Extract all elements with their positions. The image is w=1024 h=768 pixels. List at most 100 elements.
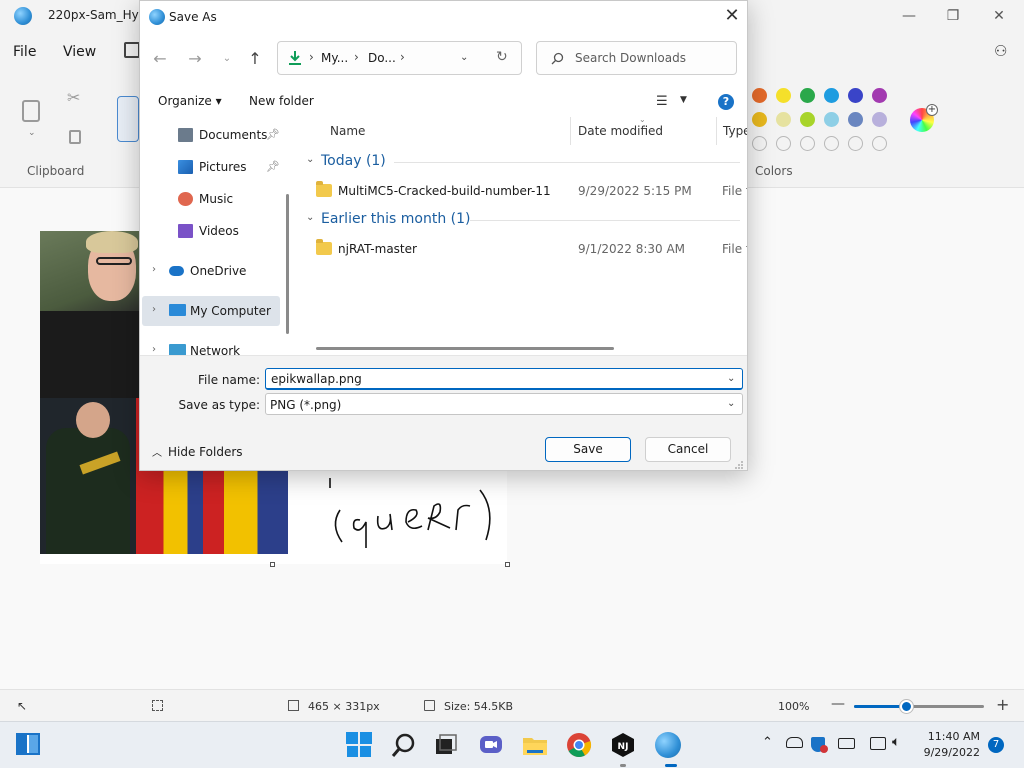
nav-item-documents[interactable]: Documents 📌︎ xyxy=(142,120,280,150)
menu-file[interactable]: File xyxy=(13,44,36,60)
paint-taskbar-icon[interactable] xyxy=(655,732,681,758)
nav-item-pictures[interactable]: Pictures 📌︎ xyxy=(142,152,280,182)
notification-badge[interactable]: 7 xyxy=(988,737,1004,753)
clock-time[interactable]: 11:40 AM xyxy=(918,730,980,743)
expand-chevron-icon[interactable]: › xyxy=(152,264,156,275)
maximize-icon[interactable]: ❐ xyxy=(941,5,965,27)
cut-icon[interactable]: ✂ xyxy=(67,88,80,107)
empty-color-swatch[interactable] xyxy=(848,136,863,151)
nav-pane-scrollbar[interactable] xyxy=(286,194,289,334)
cancel-button[interactable]: Cancel xyxy=(645,437,731,462)
widgets-icon[interactable] xyxy=(16,733,40,755)
chevron-up-icon[interactable]: ⌃ xyxy=(762,735,773,750)
group-collapse-chevron-icon[interactable]: ⌄ xyxy=(306,154,314,165)
refresh-icon[interactable]: ↻ xyxy=(496,49,508,65)
empty-color-swatch[interactable] xyxy=(824,136,839,151)
add-color-icon[interactable]: + xyxy=(926,104,938,116)
save-icon[interactable] xyxy=(124,42,140,58)
empty-color-swatch[interactable] xyxy=(776,136,791,151)
color-swatch[interactable] xyxy=(848,112,863,127)
back-arrow-icon[interactable]: ← xyxy=(150,49,170,69)
color-swatch[interactable] xyxy=(848,88,863,103)
expand-chevron-icon[interactable]: › xyxy=(152,344,156,355)
column-divider[interactable] xyxy=(570,117,571,145)
paste-chevron-icon[interactable]: ⌄ xyxy=(28,128,36,138)
nav-item-videos[interactable]: Videos xyxy=(142,216,280,246)
copy-icon[interactable] xyxy=(69,130,81,144)
nav-item-music[interactable]: Music xyxy=(142,184,280,214)
view-options-icon[interactable]: ☰ xyxy=(656,94,668,109)
empty-color-swatch[interactable] xyxy=(872,136,887,151)
file-name-dropdown-chevron-icon[interactable]: ⌄ xyxy=(727,373,735,384)
file-list-scrollbar[interactable] xyxy=(316,347,614,350)
up-arrow-icon[interactable]: ↑ xyxy=(245,49,265,69)
zoom-slider[interactable] xyxy=(854,700,984,713)
network-status-icon[interactable] xyxy=(870,737,886,750)
save-button[interactable]: Save xyxy=(545,437,631,462)
start-icon[interactable] xyxy=(346,732,372,758)
expand-chevron-icon[interactable]: › xyxy=(152,304,156,315)
resize-handle[interactable] xyxy=(505,562,510,567)
search-input[interactable] xyxy=(575,50,730,66)
color-swatch[interactable] xyxy=(824,88,839,103)
nav-item-my-computer[interactable]: › My Computer xyxy=(142,296,280,326)
zoom-in-icon[interactable]: + xyxy=(996,695,1009,714)
address-dropdown-chevron-icon[interactable]: ⌄ xyxy=(460,52,468,63)
color-swatch[interactable] xyxy=(800,88,815,103)
column-divider[interactable] xyxy=(716,117,717,145)
zoom-out-icon[interactable]: — xyxy=(831,696,845,712)
view-dropdown-chevron-icon[interactable]: ▼ xyxy=(680,95,687,105)
file-explorer-icon[interactable] xyxy=(522,732,548,758)
onedrive-offline-icon[interactable] xyxy=(786,737,803,748)
chat-icon[interactable] xyxy=(478,732,504,758)
color-swatch[interactable] xyxy=(872,88,887,103)
new-folder-button[interactable]: New folder xyxy=(249,94,314,108)
minimize-icon[interactable]: — xyxy=(897,5,921,27)
save-as-type-chevron-icon[interactable]: ⌄ xyxy=(727,398,735,409)
help-icon[interactable]: ? xyxy=(718,94,734,110)
group-collapse-chevron-icon[interactable]: ⌄ xyxy=(306,212,314,223)
account-icon[interactable]: ⚇ xyxy=(994,42,1007,60)
recent-locations-chevron-icon[interactable]: ⌄ xyxy=(217,49,237,69)
color-swatch[interactable] xyxy=(872,112,887,127)
search-icon[interactable] xyxy=(391,732,417,758)
color-swatch[interactable] xyxy=(752,88,767,103)
color-swatch[interactable] xyxy=(824,112,839,127)
color-swatch[interactable] xyxy=(752,112,767,127)
hide-folders-button[interactable]: ︿ Hide Folders xyxy=(152,444,243,459)
color-swatch[interactable] xyxy=(800,112,815,127)
organize-button[interactable]: Organize ▾ xyxy=(158,94,222,108)
empty-color-swatch[interactable] xyxy=(752,136,767,151)
close-icon[interactable]: ✕ xyxy=(987,5,1011,27)
selection-tool-icon[interactable] xyxy=(117,96,139,142)
paste-icon[interactable] xyxy=(22,100,40,122)
menu-view[interactable]: View xyxy=(63,44,96,60)
group-header-earlier-this-month[interactable]: Earlier this month (1) xyxy=(321,211,471,227)
dialog-close-icon[interactable]: ✕ xyxy=(720,5,744,29)
color-swatch[interactable] xyxy=(776,112,791,127)
keyboard-icon[interactable] xyxy=(838,738,855,749)
clock-date[interactable]: 9/29/2022 xyxy=(918,746,980,759)
file-row[interactable]: MultiMC5-Cracked-build-number-11 9/29/20… xyxy=(310,177,747,205)
file-name-input[interactable] xyxy=(265,368,743,390)
color-swatch[interactable] xyxy=(776,88,791,103)
chrome-icon[interactable] xyxy=(566,732,592,758)
volume-icon[interactable]: 🔈︎ xyxy=(892,734,900,750)
breadcrumb-downloads[interactable]: Do... xyxy=(368,51,396,65)
search-box[interactable] xyxy=(536,41,737,75)
forward-arrow-icon[interactable]: → xyxy=(185,49,205,69)
resize-handle[interactable] xyxy=(270,562,275,567)
address-bar[interactable]: › My... › Do... › ⌄ ↻ xyxy=(277,41,522,75)
nav-item-onedrive[interactable]: › OneDrive xyxy=(142,256,280,286)
empty-color-swatch[interactable] xyxy=(800,136,815,151)
file-row[interactable]: njRAT-master 9/1/2022 8:30 AM File fo xyxy=(310,235,747,263)
column-header-name[interactable]: Name xyxy=(330,124,365,138)
breadcrumb-my-computer[interactable]: My... xyxy=(321,51,348,65)
task-view-icon[interactable] xyxy=(433,732,459,758)
column-header-type[interactable]: Type xyxy=(723,124,747,138)
njrat-app-icon[interactable]: NJ xyxy=(610,732,636,758)
column-header-date[interactable]: Date modified xyxy=(578,124,663,138)
zoom-slider-thumb[interactable] xyxy=(900,700,913,713)
resize-grip-icon[interactable] xyxy=(734,460,744,470)
group-header-today[interactable]: Today (1) xyxy=(321,153,386,169)
